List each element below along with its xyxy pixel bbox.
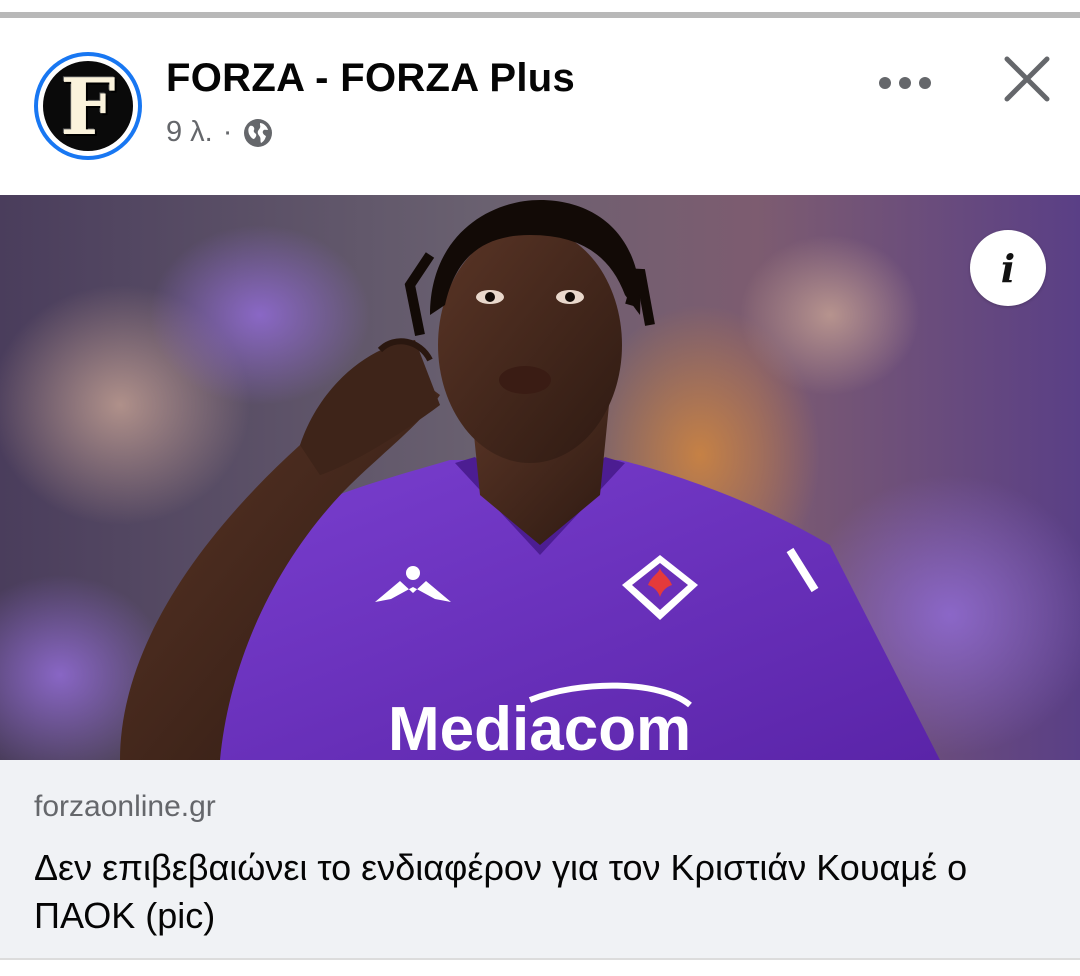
jersey-sponsor-text: Mediacom xyxy=(388,695,691,760)
footballer-photo: Mediacom xyxy=(0,195,1080,760)
post-image[interactable]: Mediacom xyxy=(0,195,1080,760)
page-avatar[interactable]: F xyxy=(34,52,142,160)
page-name-link[interactable]: FORZA - FORZA Plus xyxy=(166,56,575,101)
link-domain: forzaonline.gr xyxy=(34,790,216,823)
post-meta: 9 λ. · xyxy=(166,116,274,149)
info-button[interactable]: i xyxy=(970,230,1046,306)
meta-separator: · xyxy=(222,116,233,148)
link-preview-card[interactable]: forzaonline.gr Δεν επιβεβαιώνει το ενδια… xyxy=(0,760,1080,960)
post-timestamp[interactable]: 9 λ. xyxy=(166,116,213,149)
link-title: Δεν επιβεβαιώνει το ενδιαφέρον για τον Κ… xyxy=(34,847,968,936)
post-header: F FORZA - FORZA Plus 9 λ. · xyxy=(0,18,1080,195)
more-options-button[interactable] xyxy=(872,58,938,108)
close-button[interactable] xyxy=(996,48,1058,110)
more-horizontal-icon xyxy=(879,77,931,89)
globe-icon xyxy=(242,117,274,149)
close-icon xyxy=(1004,56,1050,102)
info-icon: i xyxy=(1000,245,1016,291)
avatar-logo-letter: F xyxy=(60,62,116,153)
avatar-logo: F xyxy=(38,56,138,156)
bottom-divider xyxy=(0,958,1080,960)
